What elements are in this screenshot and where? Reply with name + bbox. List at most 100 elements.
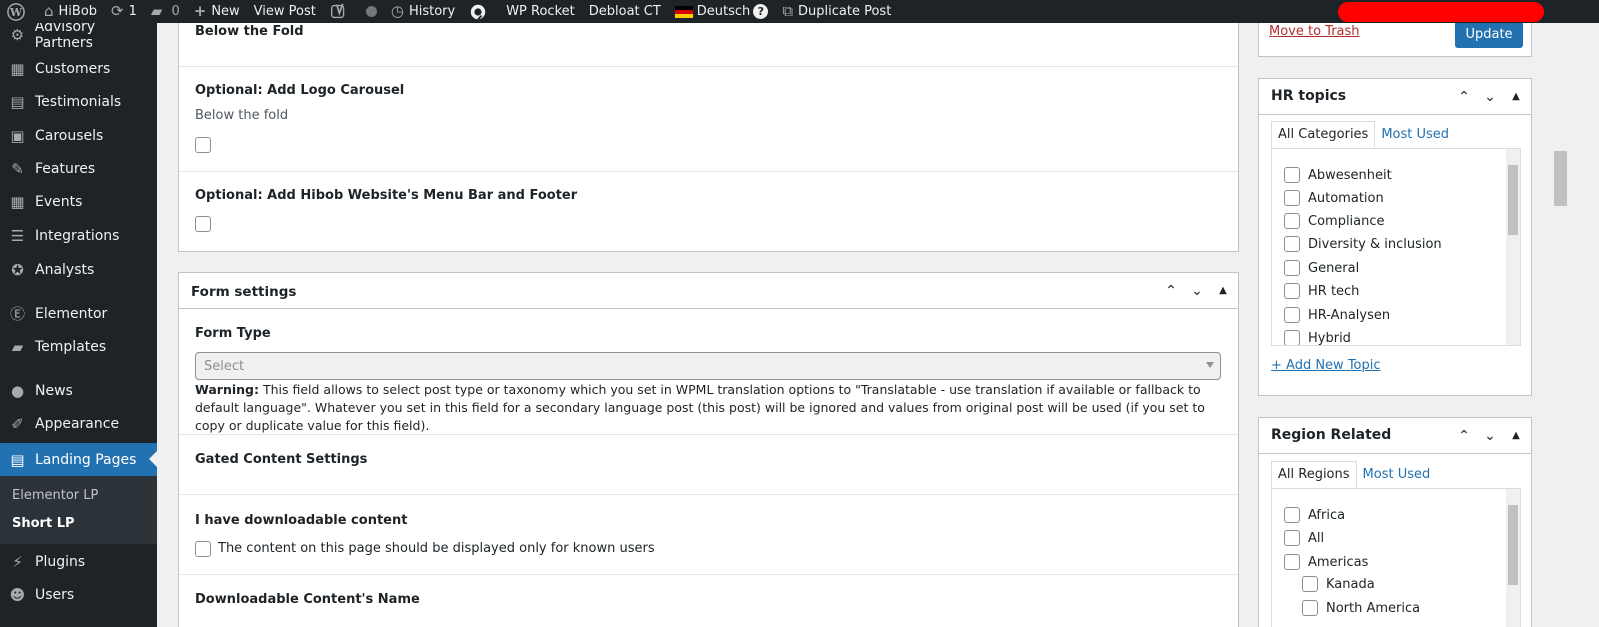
checkbox[interactable] (1284, 330, 1300, 345)
divider (179, 308, 1238, 309)
list-item[interactable]: HR tech (1284, 283, 1359, 299)
list-item[interactable]: Kanada (1302, 576, 1375, 592)
checkbox[interactable] (1284, 236, 1300, 252)
comments-link[interactable]: ▰ 0 (144, 0, 187, 23)
sidebar-item-features[interactable]: ✎ Features (0, 152, 157, 185)
known-users-checkbox[interactable] (195, 541, 211, 557)
list-item[interactable]: Hybrid (1284, 330, 1351, 345)
debloat-menu[interactable]: Debloat CT (582, 0, 668, 23)
list-scrollbar-thumb[interactable] (1508, 505, 1518, 585)
new-content-menu[interactable]: + New (187, 0, 247, 23)
help-icon[interactable]: ? (753, 4, 769, 19)
move-up-icon[interactable]: ⌃ (1453, 89, 1475, 105)
sidebar-item-elementor[interactable]: Ⓔ Elementor (0, 297, 157, 330)
brush-icon: ✐ (11, 414, 24, 433)
checkbox[interactable] (1284, 283, 1300, 299)
duplicate-post-link[interactable]: ⧉ Duplicate Post (775, 0, 898, 23)
sidebar-item-plugins[interactable]: ⚡ Plugins (0, 545, 157, 578)
list-item[interactable]: Diversity & inclusion (1284, 236, 1442, 252)
testimonial-icon: ▤ (10, 92, 25, 111)
divider (179, 66, 1238, 67)
tab-most-used[interactable]: Most Used (1357, 461, 1437, 488)
submenu-item-elementor-lp[interactable]: Elementor LP (12, 488, 98, 503)
checkbox[interactable] (1284, 167, 1300, 183)
wpml-warning-text: Warning: This field allows to select pos… (195, 382, 1205, 433)
refresh-icon: ⟳ (111, 2, 124, 20)
list-scrollbar-thumb[interactable] (1508, 165, 1518, 235)
move-down-icon[interactable]: ⌄ (1186, 283, 1208, 299)
hr-topics-tabs: All Categories Most Used (1271, 121, 1455, 148)
divider (1259, 114, 1531, 115)
checkbox[interactable] (1284, 213, 1300, 229)
sidebar-item-templates[interactable]: ▰ Templates (0, 330, 157, 363)
updates-link[interactable]: ⟳ 1 (104, 0, 144, 23)
sidebar-item-events[interactable]: ▦ Events (0, 185, 157, 218)
checkbox[interactable] (1284, 554, 1300, 570)
language-switcher[interactable]: Deutsch ? (668, 0, 776, 23)
list-item[interactable]: General (1284, 260, 1359, 276)
move-to-trash-link[interactable]: Move to Trash (1269, 24, 1360, 39)
user-icon: ☻ (9, 585, 26, 604)
list-item[interactable]: HR-Analysen (1284, 307, 1390, 323)
move-down-icon[interactable]: ⌄ (1479, 428, 1501, 444)
yoast-icon[interactable] (323, 0, 359, 23)
update-button[interactable]: Update (1455, 21, 1523, 48)
hr-topics-title: HR topics (1271, 88, 1347, 104)
add-new-topic-link[interactable]: + Add New Topic (1271, 358, 1381, 373)
toggle-panel-icon[interactable]: ▲ (1505, 91, 1527, 102)
box-handle-actions: ⌃ ⌄ ▲ (1453, 418, 1527, 453)
checkbox[interactable] (1284, 190, 1300, 206)
checkbox[interactable] (1302, 600, 1318, 616)
checkbox[interactable] (1284, 530, 1300, 546)
move-down-icon[interactable]: ⌄ (1479, 89, 1501, 105)
checkbox[interactable] (1284, 260, 1300, 276)
menu-footer-checkbox[interactable] (195, 216, 211, 232)
view-post-link[interactable]: View Post (247, 0, 323, 23)
wp-rocket-menu[interactable]: WP Rocket (499, 0, 582, 23)
list-item[interactable]: All (1284, 530, 1324, 546)
toggle-panel-icon[interactable]: ▲ (1505, 430, 1527, 441)
list-item[interactable]: Compliance (1284, 213, 1385, 229)
sidebar-item-analysts[interactable]: ✪ Analysts (0, 253, 157, 286)
submenu-item-short-lp[interactable]: Short LP (12, 516, 75, 531)
checkbox[interactable] (1284, 507, 1300, 523)
site-name-link[interactable]: ⌂ HiBob (37, 0, 104, 23)
list-item[interactable]: Americas (1284, 554, 1368, 570)
logo-carousel-checkbox[interactable] (195, 137, 211, 153)
folder-icon: ▰ (11, 337, 24, 356)
list-item[interactable]: Automation (1284, 190, 1384, 206)
carousel-icon: ▣ (10, 126, 25, 145)
region-related-title: Region Related (1271, 427, 1392, 443)
history-link[interactable]: ◷ History (384, 0, 462, 23)
sidebar-item-integrations[interactable]: ☰ Integrations (0, 219, 157, 252)
move-up-icon[interactable]: ⌃ (1453, 428, 1475, 444)
list-item[interactable]: Africa (1284, 507, 1345, 523)
page-scrollbar-thumb[interactable] (1554, 151, 1567, 206)
region-tabs: All Regions Most Used (1271, 461, 1436, 488)
toggle-panel-icon[interactable]: ▲ (1212, 285, 1234, 296)
sidebar-item-testimonials[interactable]: ▤ Testimonials (0, 85, 157, 118)
seo-score-dot[interactable] (359, 0, 384, 23)
wordpress-logo-icon[interactable]: W (0, 0, 37, 23)
history-icon: ◷ (390, 2, 404, 20)
move-up-icon[interactable]: ⌃ (1160, 283, 1182, 299)
checkbox[interactable] (1302, 576, 1318, 592)
globe-icon: ● (10, 381, 25, 400)
tab-all-regions[interactable]: All Regions (1271, 461, 1357, 488)
page-scrollbar[interactable] (1550, 23, 1599, 627)
sidebar-item-appearance[interactable]: ✐ Appearance (0, 407, 157, 440)
sidebar-item-news[interactable]: ● News (0, 374, 157, 407)
sidebar-item-carousels[interactable]: ▣ Carousels (0, 119, 157, 152)
sidebar-item-customers[interactable]: ▦ Customers (0, 52, 157, 85)
sidebar-item-landing-pages[interactable]: ▤ Landing Pages (0, 443, 157, 476)
form-type-select[interactable]: Select (195, 352, 1221, 380)
list-item[interactable]: North America (1302, 600, 1420, 616)
rocket-plugin-icon[interactable] (462, 0, 499, 23)
list-item[interactable]: Abwesenheit (1284, 167, 1392, 183)
below-the-fold-box: Below the Fold Optional: Add Logo Carous… (178, 18, 1239, 252)
tab-all-categories[interactable]: All Categories (1271, 121, 1376, 148)
checkbox[interactable] (1284, 307, 1300, 323)
home-icon: ⌂ (44, 2, 54, 20)
tab-most-used[interactable]: Most Used (1375, 121, 1455, 148)
sidebar-item-users[interactable]: ☻ Users (0, 578, 157, 611)
